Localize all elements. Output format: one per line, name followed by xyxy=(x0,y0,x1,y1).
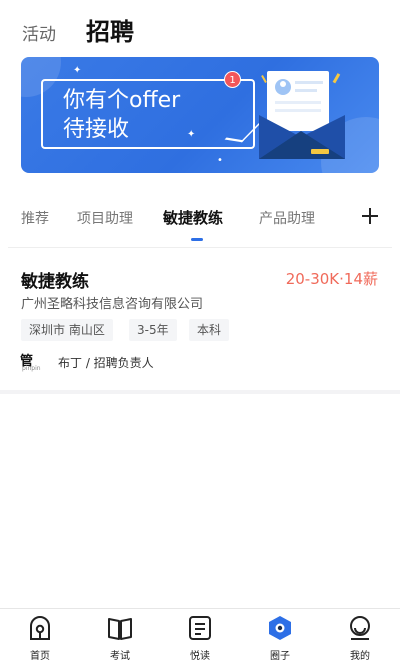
nav-home[interactable]: 首页 xyxy=(0,609,80,666)
sparkle-icon: ✦ xyxy=(73,65,82,76)
nav-label: 考试 xyxy=(110,651,130,662)
nav-label: 悦读 xyxy=(190,651,210,662)
tab-activity[interactable]: 活动 xyxy=(22,20,56,45)
circle-icon xyxy=(269,616,291,640)
profile-icon xyxy=(350,616,370,640)
nav-label: 圈子 xyxy=(270,651,290,662)
tab-product-assistant[interactable]: 产品助理 xyxy=(259,208,315,228)
job-salary: 20-30K·14薪 xyxy=(285,270,378,288)
nav-circle[interactable]: 圈子 xyxy=(240,609,320,666)
nav-label: 我的 xyxy=(350,651,370,662)
tab-project-assistant[interactable]: 项目助理 xyxy=(77,208,133,228)
nav-label: 首页 xyxy=(30,651,50,662)
divider xyxy=(8,247,392,248)
book-icon xyxy=(108,618,132,640)
notification-badge: 1 xyxy=(224,71,241,88)
reading-icon xyxy=(189,616,211,640)
sparkle-icon: • xyxy=(217,155,223,166)
top-tabs: 活动 招聘 xyxy=(0,0,400,52)
nav-reading[interactable]: 悦读 xyxy=(160,609,240,666)
nav-exam[interactable]: 考试 xyxy=(80,609,160,666)
sparkle-icon: ✦ xyxy=(187,129,196,140)
banner-text: 你有个offer 待接收 xyxy=(63,88,181,142)
offer-banner[interactable]: 你有个offer 待接收 1 ✦ ✦ • xyxy=(21,57,379,173)
job-card[interactable]: 敏捷教练 20-30K·14薪 广州圣略科技信息咨询有限公司 深圳市 南山区 3… xyxy=(0,250,400,388)
tab-recommend[interactable]: 推荐 xyxy=(21,208,49,228)
section-divider xyxy=(0,390,400,394)
recruiter-logo: 管 pinpin xyxy=(20,354,41,372)
nav-profile[interactable]: 我的 xyxy=(320,609,400,666)
active-tab-indicator xyxy=(191,238,203,241)
company-name: 广州圣略科技信息咨询有限公司 xyxy=(21,297,204,312)
plus-icon[interactable] xyxy=(358,204,382,228)
tag-experience: 3-5年 xyxy=(129,319,177,341)
job-title: 敏捷教练 xyxy=(21,272,89,292)
home-icon xyxy=(30,616,50,640)
tab-recruitment[interactable]: 招聘 xyxy=(86,12,134,47)
envelope-icon xyxy=(259,71,345,159)
tag-location: 深圳市 南山区 xyxy=(21,319,113,341)
recruiter-info: 布丁 / 招聘负责人 xyxy=(58,356,154,370)
bottom-nav: 首页 考试 悦读 圈子 我的 xyxy=(0,608,400,666)
tab-agile-coach[interactable]: 敏捷教练 xyxy=(163,207,223,228)
category-tabs: 推荐 项目助理 敏捷教练 产品助理 xyxy=(0,200,400,244)
tag-education: 本科 xyxy=(189,319,230,341)
